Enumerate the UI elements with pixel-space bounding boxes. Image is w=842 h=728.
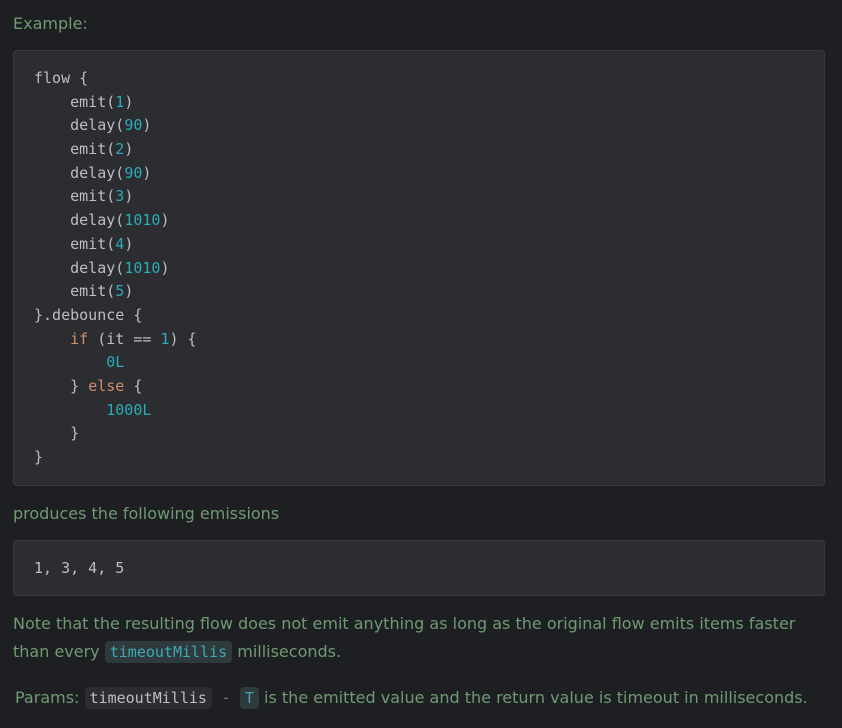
- note-text-2: milliseconds.: [232, 642, 342, 661]
- param-type: T: [239, 687, 259, 709]
- code-line: }: [34, 422, 197, 446]
- note-paragraph: Note that the resulting flow does not em…: [13, 610, 813, 666]
- code-line: emit(3): [34, 185, 197, 209]
- code-token: {: [124, 376, 143, 395]
- number-literal: 1010: [124, 211, 161, 230]
- params-label: Params:: [15, 688, 80, 707]
- code-token: ) {: [169, 329, 197, 348]
- code-line: 1000L: [34, 399, 197, 423]
- code-token: delay(: [34, 258, 125, 277]
- number-literal: 1010: [124, 258, 161, 277]
- keyword-token: if: [70, 329, 89, 348]
- number-literal: 90: [124, 163, 143, 182]
- emissions-code-block: 1, 3, 4, 5: [13, 540, 825, 596]
- example-code-block: flow { emit(1) delay(90) emit(2) delay(9…: [13, 50, 825, 486]
- keyword-token: else: [88, 376, 125, 395]
- example-label: Example:: [13, 14, 88, 33]
- number-literal: 3: [115, 187, 125, 206]
- number-literal: 1000L: [106, 400, 152, 419]
- code-token: emit(: [34, 92, 116, 111]
- code-token: }: [34, 424, 80, 443]
- example-code: flow { emit(1) delay(90) emit(2) delay(9…: [34, 67, 197, 470]
- param-description: is the emitted value and the return valu…: [264, 688, 808, 707]
- code-line: delay(1010): [34, 257, 197, 281]
- produces-label: produces the following emissions: [13, 504, 280, 523]
- code-line: }: [34, 446, 197, 470]
- code-token: }: [34, 448, 44, 466]
- code-token: emit(: [34, 140, 116, 159]
- code-token: delay(: [34, 211, 125, 230]
- param-dash: -: [223, 688, 229, 707]
- code-token: delay(: [34, 116, 125, 135]
- number-literal: 5: [115, 282, 125, 301]
- code-token: (it ==: [88, 329, 161, 348]
- note-inline-code: timeoutMillis: [104, 641, 233, 663]
- code-line: delay(1010): [34, 209, 197, 233]
- code-token: ): [124, 282, 134, 301]
- number-literal: 2: [115, 140, 125, 159]
- code-line: delay(90): [34, 114, 197, 138]
- params-section: Params: timeoutMillis - T is the emitted…: [15, 687, 808, 709]
- code-token: flow {: [34, 69, 89, 87]
- code-line: } else {: [34, 375, 197, 399]
- code-token: }: [34, 376, 89, 395]
- number-literal: 0L: [106, 353, 125, 372]
- code-token: ): [142, 116, 152, 135]
- code-line: if (it == 1) {: [34, 328, 197, 352]
- code-token: ): [160, 211, 170, 230]
- param-name: timeoutMillis: [84, 687, 212, 709]
- number-literal: 4: [115, 234, 125, 253]
- code-line: flow {: [34, 67, 197, 91]
- code-token: emit(: [34, 282, 116, 301]
- number-literal: 1: [115, 92, 125, 111]
- code-token: ): [142, 163, 152, 182]
- emissions-code: 1, 3, 4, 5: [34, 559, 125, 577]
- code-token: ): [124, 92, 134, 111]
- code-line: emit(1): [34, 91, 197, 115]
- code-line: emit(5): [34, 280, 197, 304]
- code-line: }.debounce {: [34, 304, 197, 328]
- code-token: ): [160, 258, 170, 277]
- code-token: ): [124, 234, 134, 253]
- code-line: 0L: [34, 351, 197, 375]
- code-token: ): [124, 140, 134, 159]
- code-line: emit(4): [34, 233, 197, 257]
- number-literal: 90: [124, 116, 143, 135]
- code-token: delay(: [34, 163, 125, 182]
- code-token: }.debounce {: [34, 305, 143, 324]
- code-line: delay(90): [34, 162, 197, 186]
- code-token: emit(: [34, 187, 116, 206]
- code-token: ): [124, 187, 134, 206]
- code-line: emit(2): [34, 138, 197, 162]
- code-token: emit(: [34, 234, 116, 253]
